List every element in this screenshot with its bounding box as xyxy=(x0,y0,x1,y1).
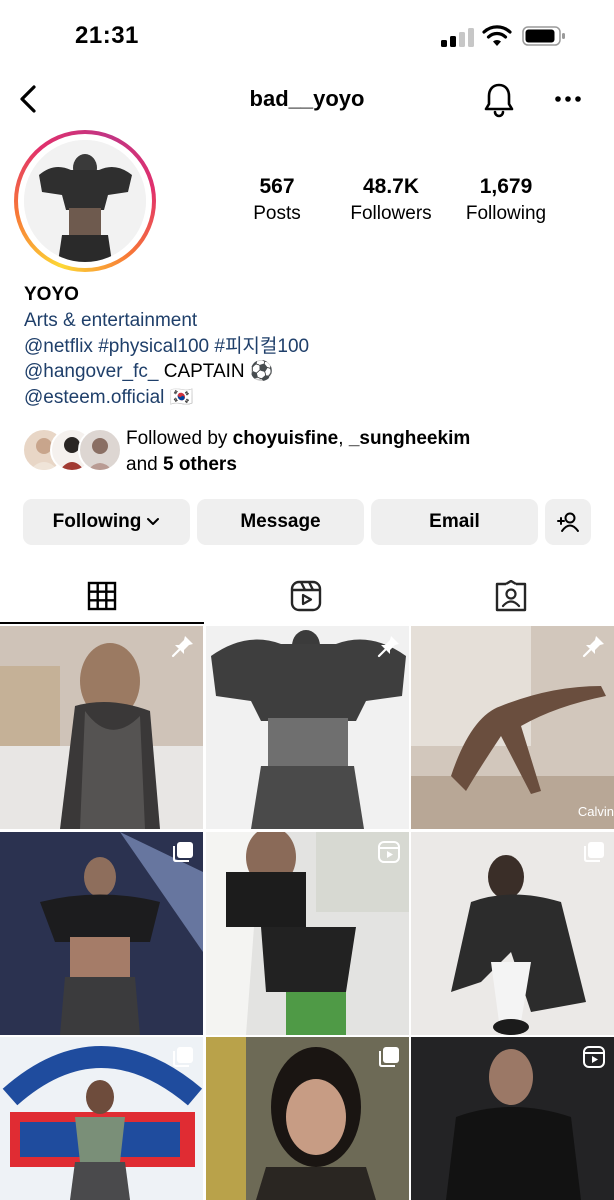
post-caption-overlay: Calvin xyxy=(577,804,614,819)
followed-by-and: and xyxy=(126,454,163,475)
email-button-label: Email xyxy=(429,511,480,532)
post-tile[interactable] xyxy=(205,831,409,1035)
email-button[interactable]: Email xyxy=(371,499,538,545)
add-person-icon xyxy=(557,512,579,532)
mutual-user-1[interactable]: choyuisfine xyxy=(233,428,339,449)
pinned-icon xyxy=(171,636,193,658)
mutual-user-2[interactable]: _sungheekim xyxy=(349,428,470,449)
followed-by-separator: , xyxy=(338,428,349,449)
tab-reels[interactable] xyxy=(204,570,408,622)
status-time: 21:31 xyxy=(75,22,139,49)
bio-captain-text: CAPTAIN ⚽ xyxy=(158,361,274,383)
avatar xyxy=(78,428,122,472)
stat-posts[interactable]: 567 Posts xyxy=(235,175,319,225)
bio-mention-esteem[interactable]: @esteem.official xyxy=(24,387,164,408)
following-button[interactable]: Following xyxy=(23,499,190,545)
active-tab-indicator xyxy=(0,622,204,624)
bio-line-1[interactable]: @netflix #physical100 #피지컬100 xyxy=(24,334,584,360)
stat-followers[interactable]: 48.7K Followers xyxy=(341,175,441,225)
story-ring[interactable] xyxy=(14,130,156,272)
profile-avatar[interactable] xyxy=(24,140,146,262)
more-options-icon[interactable] xyxy=(553,86,583,112)
pinned-icon xyxy=(582,636,604,658)
chevron-down-icon xyxy=(147,518,160,525)
followers-count: 48.7K xyxy=(362,175,420,198)
pinned-icon xyxy=(377,636,399,658)
display-name: YOYO xyxy=(24,284,79,305)
followed-by-text[interactable]: Followed by choyuisfine, _sungheekim and… xyxy=(126,426,596,478)
stat-following[interactable]: 1,679 Following xyxy=(456,175,556,225)
cellular-signal-icon xyxy=(441,27,475,47)
following-button-label: Following xyxy=(52,511,142,532)
mutual-followers-avatars[interactable] xyxy=(22,428,122,472)
carousel-icon xyxy=(173,1047,193,1067)
tagged-person-icon xyxy=(495,580,527,612)
battery-icon xyxy=(522,26,565,46)
notification-bell-icon[interactable] xyxy=(482,81,516,119)
following-label: Following xyxy=(465,203,547,224)
post-tile[interactable] xyxy=(0,1037,203,1200)
carousel-icon xyxy=(584,841,604,862)
reels-icon xyxy=(290,580,322,612)
message-button[interactable]: Message xyxy=(197,499,364,545)
posts-count: 567 xyxy=(259,175,295,198)
grid-icon xyxy=(87,581,117,611)
mutual-others[interactable]: 5 others xyxy=(163,454,237,475)
post-tile[interactable] xyxy=(205,1037,409,1200)
carousel-icon xyxy=(378,1047,399,1067)
reel-icon xyxy=(583,1046,605,1068)
tab-tagged[interactable] xyxy=(409,570,613,622)
bio-flag: 🇰🇷 xyxy=(164,387,194,409)
profile-bio: YOYO Arts & entertainment @netflix #phys… xyxy=(24,282,584,411)
post-tile[interactable] xyxy=(205,626,409,829)
profile-username: bad__yoyo xyxy=(249,86,365,111)
post-tile[interactable] xyxy=(0,831,203,1035)
message-button-label: Message xyxy=(240,511,321,532)
bio-mention-hangover[interactable]: @hangover_fc_ xyxy=(24,361,158,382)
post-tile[interactable] xyxy=(411,831,614,1035)
avatar-image xyxy=(24,140,146,262)
status-bar: 21:31 xyxy=(0,0,614,70)
following-count: 1,679 xyxy=(479,175,533,198)
followed-by-prefix: Followed by xyxy=(126,428,233,449)
followers-label: Followers xyxy=(350,203,432,224)
reel-icon xyxy=(377,840,400,863)
tab-grid[interactable] xyxy=(0,570,204,622)
category-label: Arts & entertainment xyxy=(24,309,198,331)
carousel-icon xyxy=(173,841,193,862)
suggested-people-button[interactable] xyxy=(545,499,591,545)
post-tile[interactable] xyxy=(411,1037,614,1200)
post-tile[interactable] xyxy=(0,626,203,829)
wifi-icon xyxy=(482,25,512,46)
post-tile[interactable]: Calvin xyxy=(411,626,614,829)
posts-label: Posts xyxy=(253,203,301,224)
